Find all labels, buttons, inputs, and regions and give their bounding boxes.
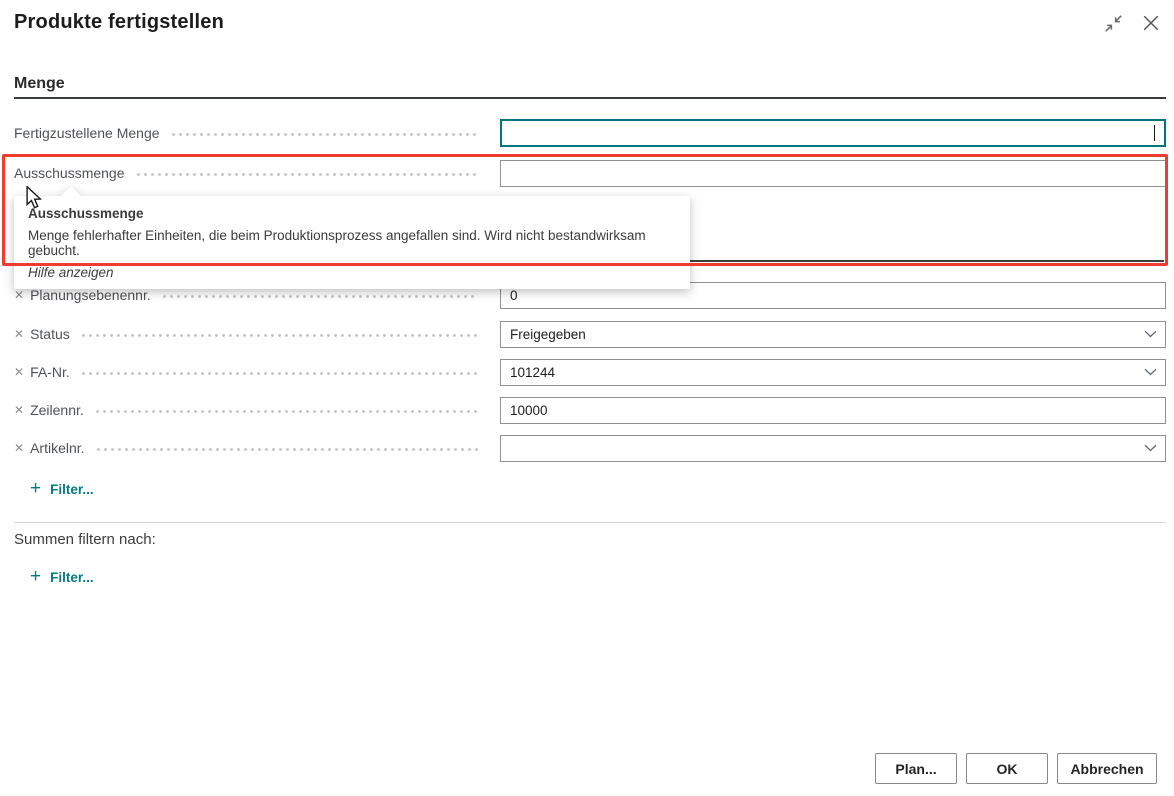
tooltip-description: Menge fehlerhafter Einheiten, die beim P… bbox=[28, 228, 676, 258]
collapse-dialog-icon[interactable] bbox=[1102, 12, 1124, 34]
filter-row-order-no: ✕ FA-Nr. 101244 bbox=[14, 358, 1166, 386]
plan-button[interactable]: Plan... bbox=[875, 753, 957, 784]
dotted-leader bbox=[82, 334, 478, 337]
field-tooltip: Ausschussmenge Menge fehlerhafter Einhei… bbox=[14, 196, 690, 289]
field-row-quantity-to-finish: Fertigzustellene Menge bbox=[14, 119, 1166, 147]
line-no-input[interactable]: 10000 bbox=[500, 397, 1166, 424]
finish-products-dialog: Produkte fertigstellen Menge Fertigzuste… bbox=[0, 0, 1174, 796]
add-filter-icon: + bbox=[30, 479, 41, 498]
remove-filter-icon[interactable]: ✕ bbox=[14, 404, 24, 416]
cancel-button[interactable]: Abbrechen bbox=[1057, 753, 1157, 784]
field-label: Ausschussmenge bbox=[14, 165, 125, 181]
text-caret bbox=[1154, 125, 1156, 141]
remove-filter-icon[interactable]: ✕ bbox=[14, 289, 24, 301]
filter-label: Artikelnr. bbox=[30, 440, 84, 456]
show-help-link[interactable]: Hilfe anzeigen bbox=[28, 265, 676, 280]
dotted-leader bbox=[163, 295, 478, 298]
add-filter-link[interactable]: + Filter... bbox=[30, 481, 94, 498]
field-label: Fertigzustellene Menge bbox=[14, 125, 160, 141]
section-divider bbox=[14, 522, 1166, 523]
dialog-footer: Plan... OK Abbrechen bbox=[875, 753, 1157, 784]
order-no-select[interactable]: 101244 bbox=[500, 359, 1166, 386]
quantity-to-finish-input[interactable] bbox=[500, 119, 1166, 147]
filter-label: FA-Nr. bbox=[30, 364, 70, 380]
ok-button[interactable]: OK bbox=[966, 753, 1048, 784]
totals-section-heading: Summen filtern nach: bbox=[14, 531, 156, 548]
status-select[interactable]: Freigegeben bbox=[500, 321, 1166, 348]
filter-row-status: ✕ Status Freigegeben bbox=[14, 320, 1166, 348]
tooltip-title: Ausschussmenge bbox=[28, 206, 676, 221]
add-filter-icon: + bbox=[30, 567, 41, 586]
item-no-select[interactable] bbox=[500, 435, 1166, 462]
section-divider bbox=[14, 97, 1166, 99]
dotted-leader bbox=[172, 133, 478, 136]
chevron-down-icon[interactable] bbox=[1144, 444, 1157, 452]
chevron-down-icon[interactable] bbox=[1144, 368, 1157, 376]
page-title: Produkte fertigstellen bbox=[14, 11, 224, 34]
add-totals-filter-link[interactable]: + Filter... bbox=[30, 569, 94, 586]
filter-label: Planungsebenennr. bbox=[30, 287, 151, 303]
remove-filter-icon[interactable]: ✕ bbox=[14, 442, 24, 454]
dotted-leader bbox=[97, 448, 478, 451]
remove-filter-icon[interactable]: ✕ bbox=[14, 328, 24, 340]
field-row-scrap-quantity: Ausschussmenge bbox=[14, 159, 1166, 187]
filter-label: Status bbox=[30, 326, 70, 342]
scrap-quantity-input[interactable] bbox=[500, 160, 1166, 187]
filter-row-item-no: ✕ Artikelnr. bbox=[14, 434, 1166, 462]
dotted-leader bbox=[96, 410, 478, 413]
dotted-leader bbox=[82, 372, 478, 375]
window-controls bbox=[1102, 12, 1162, 34]
filter-label: Zeilennr. bbox=[30, 402, 84, 418]
filter-row-line-no: ✕ Zeilennr. 10000 bbox=[14, 396, 1166, 424]
section-heading-menge: Menge bbox=[14, 75, 65, 93]
remove-filter-icon[interactable]: ✕ bbox=[14, 366, 24, 378]
chevron-down-icon[interactable] bbox=[1144, 330, 1157, 338]
close-icon[interactable] bbox=[1140, 12, 1162, 34]
dotted-leader bbox=[137, 173, 478, 176]
